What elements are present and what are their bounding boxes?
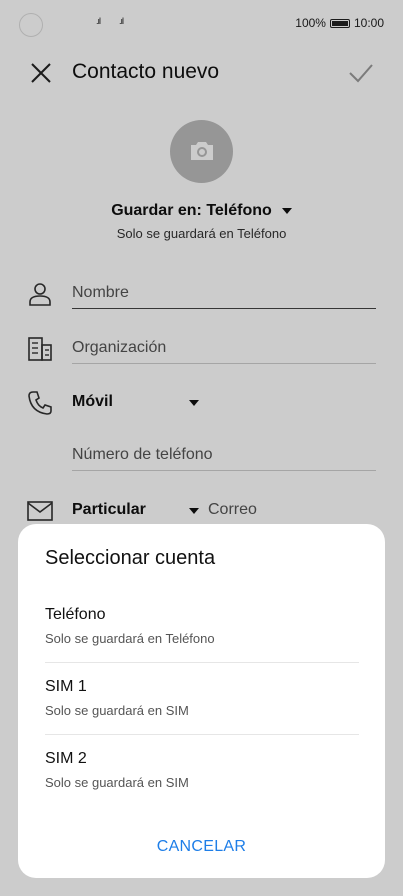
option-subtitle: Solo se guardará en Teléfono — [45, 631, 215, 646]
new-contact-screen: .ıl .ıl 100% 10:00 Contacto nuevo Guarda… — [0, 0, 403, 896]
option-subtitle: Solo se guardará en SIM — [45, 703, 189, 718]
divider — [45, 662, 359, 663]
option-title: SIM 2 — [45, 750, 87, 767]
option-subtitle: Solo se guardará en SIM — [45, 775, 189, 790]
select-account-sheet: Seleccionar cuenta Teléfono Solo se guar… — [18, 524, 385, 878]
option-title: Teléfono — [45, 606, 106, 623]
option-title: SIM 1 — [45, 678, 87, 695]
divider — [45, 734, 359, 735]
account-option-sim1[interactable]: SIM 1 Solo se guardará en SIM — [45, 678, 359, 750]
sheet-title: Seleccionar cuenta — [45, 547, 216, 569]
cancel-button[interactable]: CANCELAR — [18, 838, 385, 856]
account-option-sim2[interactable]: SIM 2 Solo se guardará en SIM — [45, 750, 359, 822]
account-option-phone[interactable]: Teléfono Solo se guardará en Teléfono — [45, 606, 359, 678]
